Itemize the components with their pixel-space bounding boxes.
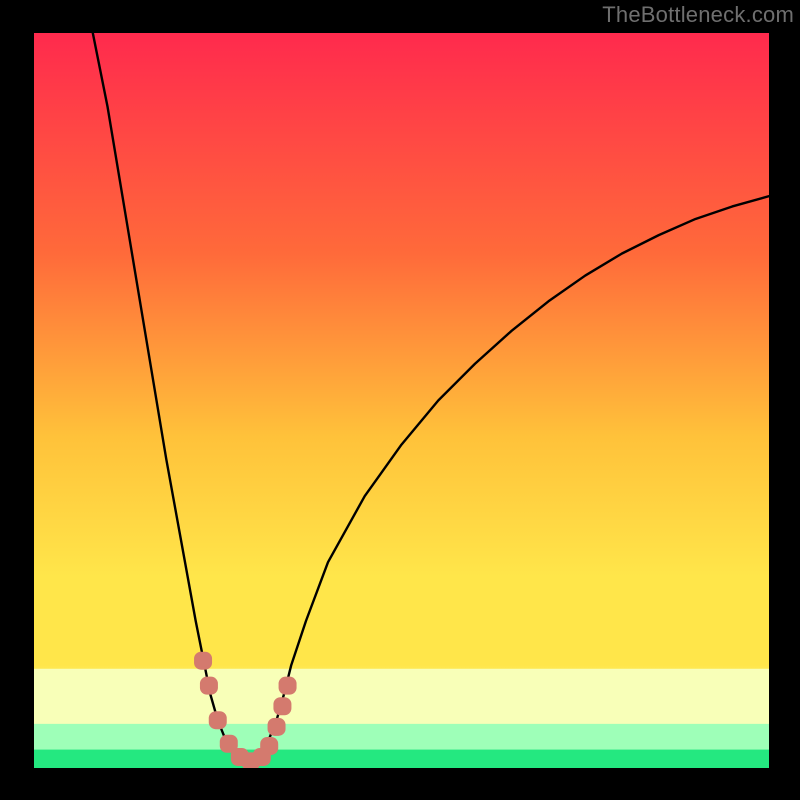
band-pale-yellow xyxy=(34,669,769,724)
marker-point xyxy=(268,718,286,736)
marker-point xyxy=(279,677,297,695)
plot-area xyxy=(34,33,769,768)
watermark-text: TheBottleneck.com xyxy=(602,2,794,28)
band-mint xyxy=(34,724,769,750)
marker-point xyxy=(194,652,212,670)
marker-point xyxy=(260,737,278,755)
chart-svg xyxy=(34,33,769,768)
marker-point xyxy=(209,711,227,729)
gradient-background xyxy=(34,33,769,768)
outer-frame: TheBottleneck.com xyxy=(0,0,800,800)
marker-point xyxy=(273,697,291,715)
band-green xyxy=(34,750,769,768)
marker-point xyxy=(200,677,218,695)
